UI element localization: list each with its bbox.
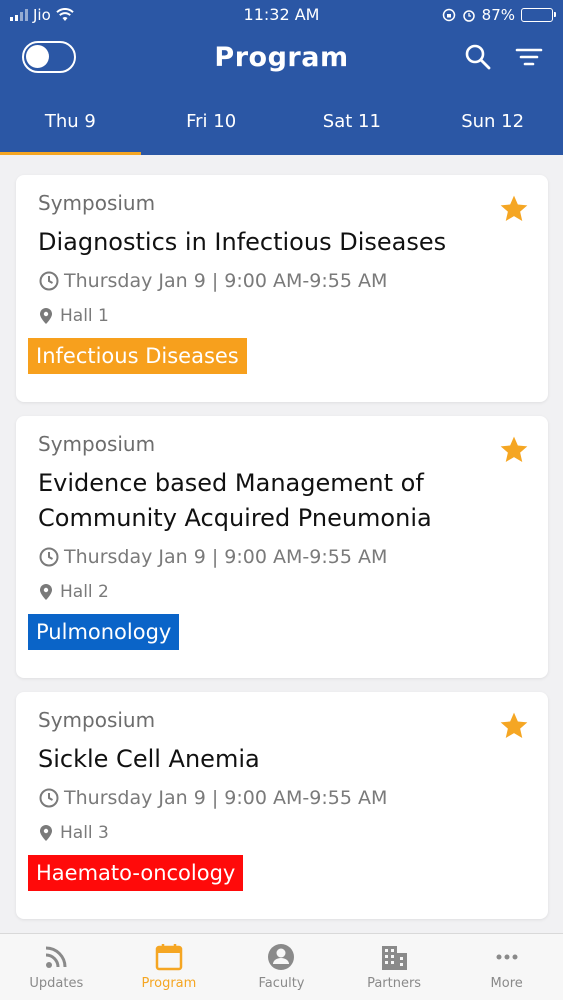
- category-tag: Haemato-oncology: [28, 855, 244, 891]
- battery-icon: [521, 8, 556, 22]
- session-hall: Hall 2: [60, 582, 109, 602]
- rotation-lock-icon: [442, 8, 455, 22]
- nav-program[interactable]: Program: [113, 934, 226, 1000]
- session-type: Symposium: [38, 432, 156, 456]
- more-dots-icon: [496, 954, 518, 960]
- day-tabs: Thu 9 Fri 10 Sat 11 Sun 12: [0, 95, 563, 155]
- star-icon[interactable]: [498, 710, 530, 742]
- session-type: Symposium: [38, 191, 156, 215]
- nav-label: Partners: [367, 976, 422, 991]
- session-title: Evidence based Management of Community A…: [38, 469, 432, 532]
- location-pin-icon: [40, 825, 52, 841]
- status-bar: Jio 11:32 AM 87%: [0, 0, 563, 30]
- nav-partners[interactable]: Partners: [338, 934, 451, 1000]
- clock-icon: [39, 788, 59, 808]
- session-time: Thursday Jan 9 | 9:00 AM-9:55 AM: [64, 270, 388, 292]
- session-time: Thursday Jan 9 | 9:00 AM-9:55 AM: [64, 546, 388, 568]
- star-icon[interactable]: [498, 193, 530, 225]
- category-tag: Pulmonology: [28, 614, 180, 650]
- category-tag: Infectious Diseases: [28, 338, 247, 374]
- session-hall: Hall 3: [60, 823, 109, 843]
- nav-label: Faculty: [258, 976, 305, 991]
- session-type: Symposium: [38, 708, 156, 732]
- person-icon: [268, 944, 295, 970]
- rss-icon: [46, 946, 67, 968]
- session-title: Diagnostics in Infectious Diseases: [38, 228, 447, 256]
- session-title: Sickle Cell Anemia: [38, 745, 260, 773]
- tab-sun-12[interactable]: Sun 12: [422, 95, 563, 155]
- calendar-icon: [155, 944, 183, 971]
- nav-more[interactable]: More: [450, 934, 563, 1000]
- alarm-icon: [462, 10, 475, 22]
- battery-percent: 87%: [481, 6, 515, 24]
- app-header: Jio 11:32 AM 87% Program Thu 9 Fri 10 Sa…: [0, 0, 563, 155]
- location-pin-icon: [40, 308, 52, 324]
- nav-updates[interactable]: Updates: [0, 934, 113, 1000]
- search-icon[interactable]: [463, 42, 493, 72]
- nav-label: Updates: [29, 976, 84, 991]
- session-card[interactable]: Symposium Evidence based Management of C…: [16, 416, 548, 678]
- building-icon: [382, 946, 408, 970]
- session-card[interactable]: Symposium Diagnostics in Infectious Dise…: [16, 175, 548, 402]
- session-time: Thursday Jan 9 | 9:00 AM-9:55 AM: [64, 787, 388, 809]
- bottom-nav: Updates Program Faculty Partners More: [0, 933, 563, 1000]
- nav-label: Program: [141, 976, 197, 991]
- star-icon[interactable]: [498, 434, 530, 466]
- session-hall: Hall 1: [60, 306, 109, 326]
- filter-icon[interactable]: [514, 42, 544, 72]
- location-pin-icon: [40, 584, 52, 600]
- tab-fri-10[interactable]: Fri 10: [141, 95, 282, 155]
- tab-thu-9[interactable]: Thu 9: [0, 95, 141, 155]
- nav-faculty[interactable]: Faculty: [225, 934, 338, 1000]
- session-card[interactable]: Symposium Sickle Cell Anemia Thursday Ja…: [16, 692, 548, 919]
- tab-sat-11[interactable]: Sat 11: [282, 95, 423, 155]
- clock-icon: [39, 271, 59, 291]
- clock-icon: [39, 547, 59, 567]
- nav-label: More: [490, 976, 523, 991]
- session-list: Symposium Diagnostics in Infectious Dise…: [16, 175, 548, 933]
